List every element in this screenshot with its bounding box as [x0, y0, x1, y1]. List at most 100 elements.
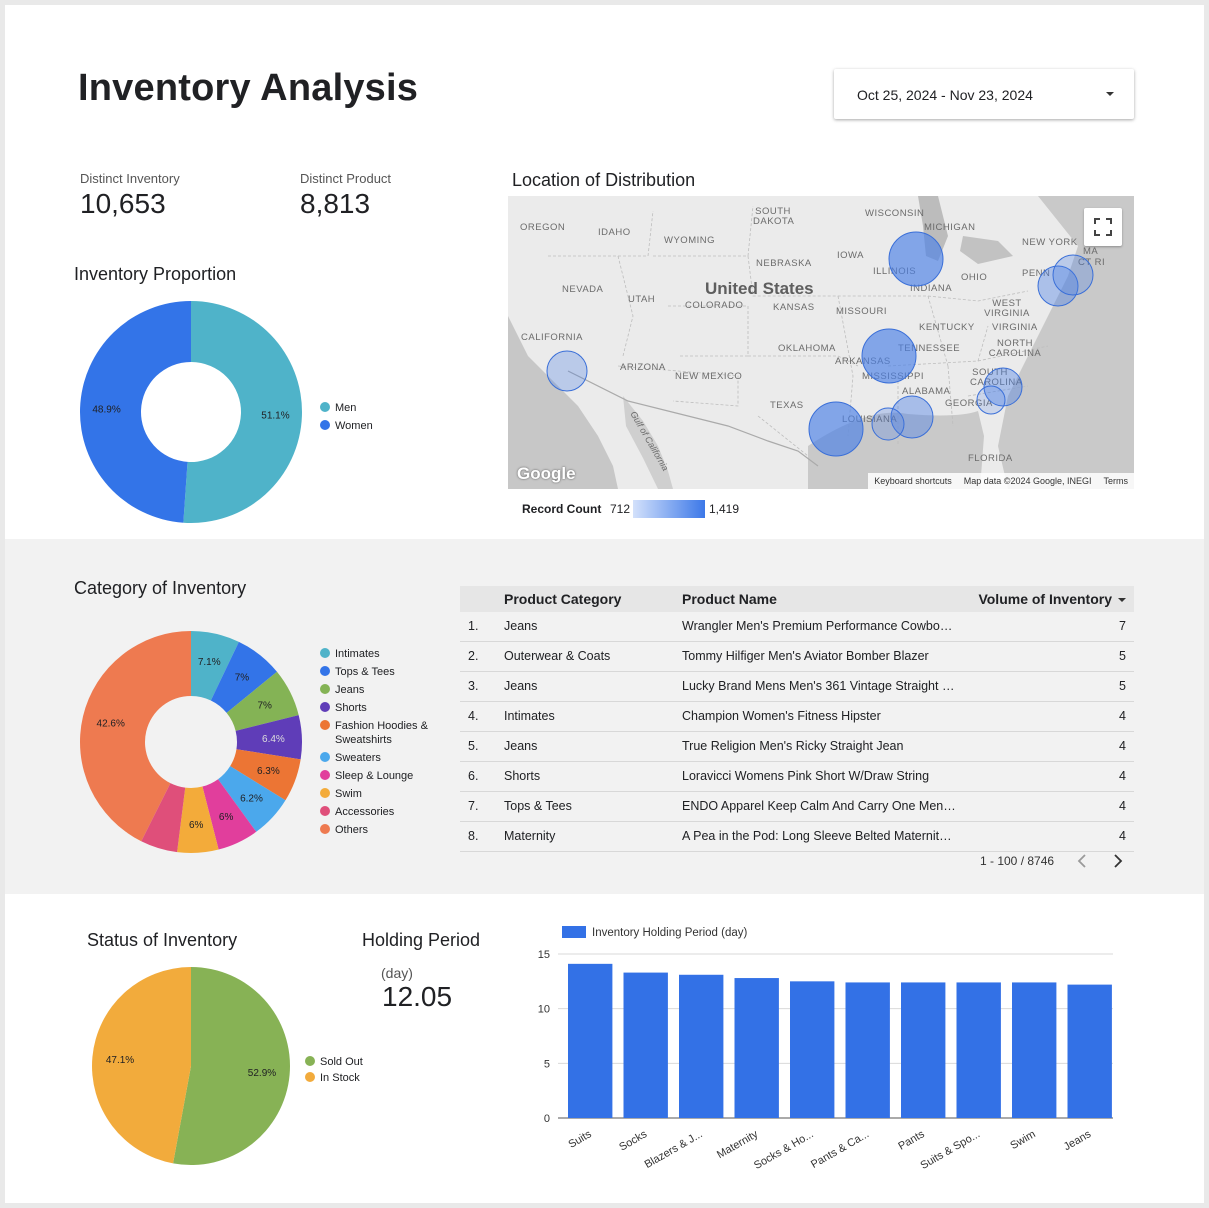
bar-socks[interactable] — [623, 972, 668, 1118]
slice-label-men: 51.1% — [261, 410, 289, 421]
map-bubble-arkansas[interactable] — [861, 328, 917, 384]
legend-item-shorts[interactable]: Shorts — [335, 702, 367, 714]
table-row[interactable]: 7. Tops & Tees ENDO Apparel Keep Calm And … — [460, 792, 1134, 822]
fullscreen-icon — [1094, 218, 1112, 236]
legend-item-in-stock[interactable]: In Stock — [320, 1072, 360, 1084]
row-product-name: A Pea in the Pod: Long Sleeve Belted Mat… — [682, 829, 957, 843]
table-row[interactable]: 2. Outerwear & Coats Tommy Hilfiger Men's … — [460, 642, 1134, 672]
legend-dot-women — [320, 420, 330, 430]
legend-dot-intimates — [320, 648, 330, 658]
distinct-product-value: 8,813 — [300, 188, 371, 219]
legend-item-sleep-lounge[interactable]: Sleep & Lounge — [335, 770, 413, 782]
sort-desc-icon — [1118, 598, 1126, 603]
x-tick-label: Pants & Ca... — [809, 1128, 871, 1170]
bar-jeans[interactable] — [1067, 984, 1112, 1118]
map-bubble-louisiana[interactable] — [871, 407, 905, 441]
header-volume-of-inventory[interactable]: Volume of Inventory — [976, 586, 1126, 612]
row-index: 3. — [468, 679, 479, 693]
map-terms-link[interactable]: Terms — [1104, 476, 1129, 486]
row-volume: 5 — [1119, 649, 1126, 663]
bar-legend-label[interactable]: Inventory Holding Period (day) — [592, 927, 747, 939]
inventory-proportion-chart: 51.1% 48.9% Men Women — [80, 301, 373, 523]
row-index: 7. — [468, 799, 479, 813]
x-tick-label: Socks — [617, 1128, 649, 1154]
row-index: 4. — [468, 709, 479, 723]
slice-label-sweaters: 6.2% — [240, 794, 263, 805]
table-row[interactable]: 6. Shorts Loravicci Womens Pink Short W/Dr… — [460, 762, 1134, 792]
legend-item-women[interactable]: Women — [335, 420, 373, 432]
google-logo: Google — [517, 464, 576, 483]
legend-dot-shorts — [320, 702, 330, 712]
bar-blazers-j[interactable] — [679, 974, 724, 1118]
bar-pants[interactable] — [901, 982, 946, 1118]
table-row[interactable]: 8. Maternity A Pea in the Pod: Long Sleeve… — [460, 822, 1134, 852]
bar-socks-ho[interactable] — [790, 981, 835, 1118]
bar-suits-spo[interactable] — [956, 982, 1001, 1118]
legend-item-others[interactable]: Others — [335, 824, 369, 836]
distribution-map[interactable]: OREGON IDAHO WYOMING SOUTH DAKOTA WISCON… — [508, 196, 1134, 489]
legend-item-jeans[interactable]: Jeans — [335, 684, 365, 696]
date-range-text: Oct 25, 2024 - Nov 23, 2024 — [857, 87, 1033, 103]
map-bubble-new-york[interactable] — [1052, 254, 1094, 296]
y-tick-label: 10 — [538, 1004, 550, 1016]
slice-label-tops-tees: 7% — [235, 673, 250, 684]
date-range-picker[interactable]: Oct 25, 2024 - Nov 23, 2024 — [834, 69, 1134, 119]
table-row[interactable]: 3. Jeans Lucky Brand Mens Men's 361 Vintag… — [460, 672, 1134, 702]
legend-dot-sold-out — [305, 1056, 315, 1066]
row-category: Tops & Tees — [504, 799, 572, 813]
map-legend-gradient — [633, 500, 705, 518]
map-keyboard-shortcuts-link[interactable]: Keyboard shortcuts — [874, 476, 952, 486]
map-bubble-california[interactable] — [546, 350, 588, 392]
inventory-table: Product Category Product Name Volume of … — [460, 586, 1134, 852]
legend-item-men[interactable]: Men — [335, 402, 356, 414]
bar-pants-ca[interactable] — [845, 982, 890, 1118]
page-title: Inventory Analysis — [78, 67, 419, 109]
table-row[interactable]: 5. Jeans True Religion Men's Ricky Straigh… — [460, 732, 1134, 762]
row-product-name: Champion Women's Fitness Hipster — [682, 709, 881, 723]
bar-swim[interactable] — [1012, 982, 1057, 1118]
legend-item-tops-tees[interactable]: Tops & Tees — [335, 666, 395, 678]
slice-label-others: 42.6% — [97, 718, 125, 729]
map-bubble-illinois[interactable] — [888, 231, 944, 287]
legend-item-swim[interactable]: Swim — [335, 788, 362, 800]
legend-item-intimates[interactable]: Intimates — [335, 648, 380, 660]
map-bubble-texas[interactable] — [808, 401, 864, 457]
x-tick-label: Suits — [567, 1128, 595, 1151]
slice-label-sleep-lounge: 6% — [219, 812, 234, 823]
bar-maternity[interactable] — [734, 978, 779, 1118]
header-product-name[interactable]: Product Name — [682, 586, 957, 612]
row-category: Shorts — [504, 769, 541, 783]
prev-page-button[interactable] — [1075, 853, 1089, 869]
row-index: 6. — [468, 769, 479, 783]
map-legend-min: 712 — [610, 502, 631, 516]
legend-item-fashion-hoodies-sweatshirts[interactable]: Fashion Hoodies & Sweatshirts — [335, 720, 429, 746]
row-index: 5. — [468, 739, 479, 753]
row-index: 2. — [468, 649, 479, 663]
row-category: Outerwear & Coats — [504, 649, 611, 663]
row-product-name: Tommy Hilfiger Men's Aviator Bomber Blaz… — [682, 649, 929, 663]
slice-label-fashion-hoodies-sweatshirts: 6.3% — [257, 766, 280, 777]
legend-item-sold-out[interactable]: Sold Out — [320, 1056, 363, 1068]
bar-suits[interactable] — [568, 963, 613, 1118]
x-tick-label: Suits & Spo... — [918, 1128, 982, 1170]
legend-dot-others — [320, 824, 330, 834]
row-product-name: Lucky Brand Mens Men's 361 Vintage Strai… — [682, 679, 957, 693]
header-product-category[interactable]: Product Category — [504, 586, 674, 612]
holding-value: 12.05 — [382, 981, 453, 1012]
y-tick-label: 0 — [544, 1113, 550, 1125]
map-fullscreen-button[interactable] — [1084, 208, 1122, 246]
row-category: Jeans — [504, 619, 538, 633]
table-row[interactable]: 1. Jeans Wrangler Men's Premium Performanc… — [460, 612, 1134, 642]
legend-item-sweaters[interactable]: Sweaters — [335, 752, 381, 764]
slice-label-women: 48.9% — [92, 405, 120, 416]
legend-dot-fashion-hoodies-sweatshirts — [320, 720, 330, 730]
table-row[interactable]: 4. Intimates Champion Women's Fitness Hips… — [460, 702, 1134, 732]
next-page-button[interactable] — [1111, 853, 1125, 869]
slice-label-intimates: 7.1% — [198, 657, 221, 668]
slice-label-sold-out: 52.9% — [248, 1068, 276, 1079]
map-bubble-georgia[interactable] — [976, 385, 1006, 415]
row-index: 8. — [468, 829, 479, 843]
distinct-inventory-value: 10,653 — [80, 188, 166, 219]
x-tick-label: Jeans — [1062, 1128, 1094, 1153]
legend-item-accessories[interactable]: Accessories — [335, 806, 395, 818]
